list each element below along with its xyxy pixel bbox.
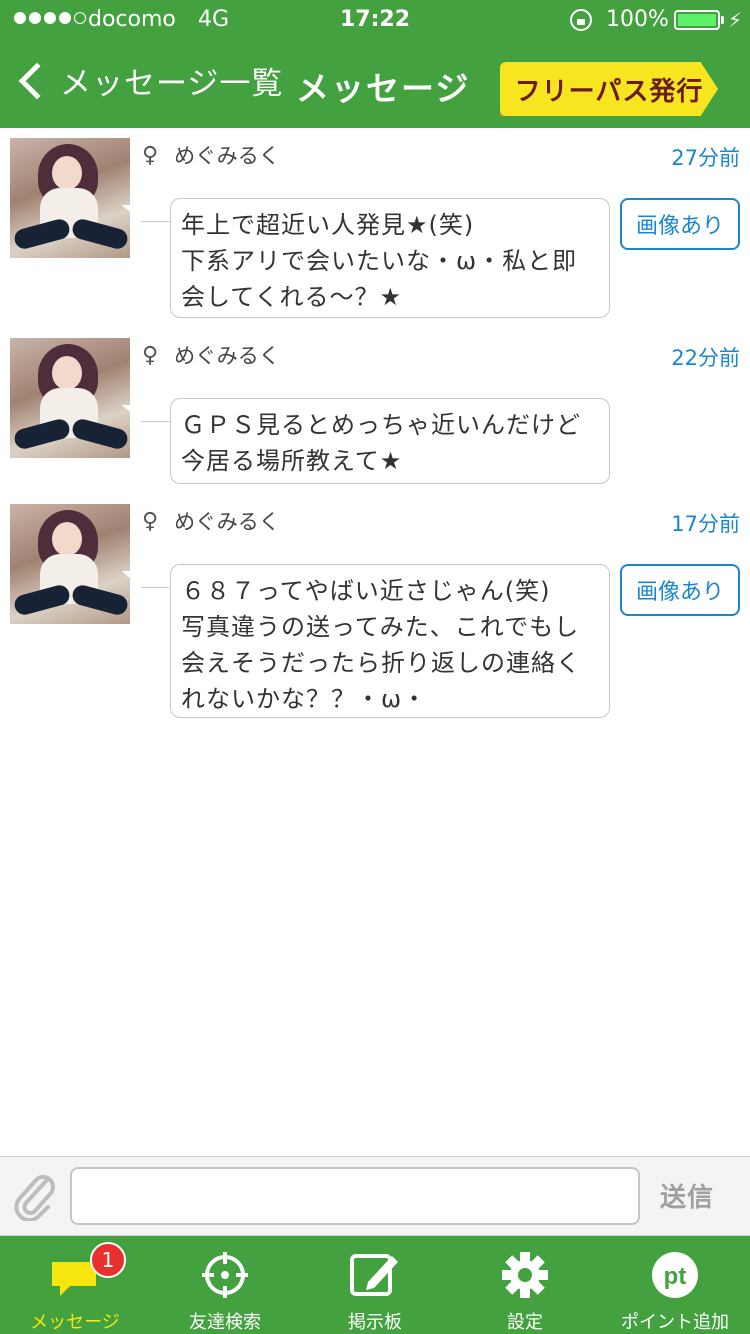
crosshair-icon — [202, 1252, 248, 1298]
message-composer: 送信 — [0, 1156, 750, 1236]
edit-icon — [350, 1254, 398, 1296]
sender-info: ♀ めぐみるく — [142, 506, 280, 536]
message-line: 下系アリで会いたいな・ω・私と即 — [181, 247, 578, 275]
tab-add-points[interactable]: pt ポイント追加 — [600, 1236, 750, 1334]
view-image-button[interactable]: 画像あり — [620, 564, 740, 616]
chevron-left-icon — [18, 62, 56, 99]
tab-messages[interactable]: 1 メッセージ — [0, 1236, 150, 1334]
sender-info: ♀ めぐみるく — [142, 140, 280, 170]
charging-icon: ⚡ — [728, 8, 743, 32]
unread-badge: 1 — [90, 1242, 126, 1278]
message-line: 会えそうだったら折り返しの連絡く — [181, 649, 581, 677]
tab-label: ポイント追加 — [621, 1312, 729, 1333]
tab-settings[interactable]: 設定 — [450, 1236, 600, 1334]
timestamp: 22分前 — [671, 346, 740, 370]
message-line: れないかな？？・ω・ — [181, 685, 428, 713]
battery-icon — [674, 10, 724, 30]
avatar[interactable] — [10, 504, 130, 624]
female-icon: ♀ — [142, 508, 159, 534]
female-icon: ♀ — [142, 342, 159, 368]
svg-text:pt: pt — [664, 1263, 687, 1290]
message-line: 年上で超近い人発見★(笑) — [181, 211, 475, 239]
sender-name: めぐみるく — [174, 144, 280, 168]
message-bubble: ＧＰＳ見るとめっちゃ近いんだけど 今居る場所教えて★ — [170, 398, 610, 484]
rotation-lock-icon — [570, 9, 592, 31]
female-icon: ♀ — [142, 142, 159, 168]
tab-label: メッセージ — [30, 1312, 120, 1333]
sender-name: めぐみるく — [174, 344, 280, 368]
freepass-button[interactable]: フリーパス発行 — [500, 62, 718, 116]
battery-percentage: 100% — [606, 7, 669, 32]
back-button-label: メッセージ一覧 — [60, 66, 284, 102]
timestamp: 27分前 — [671, 146, 740, 170]
message-line: ６８７ってやばい近さじゃん(笑) — [181, 577, 551, 605]
view-image-button[interactable]: 画像あり — [620, 198, 740, 250]
pt-icon: pt — [652, 1252, 698, 1298]
paperclip-icon[interactable] — [14, 1173, 56, 1221]
tab-bulletin-board[interactable]: 掲示板 — [300, 1236, 450, 1334]
header: docomo 4G 17:22 100% ⚡ メッセージ一覧 メッセージ フリー… — [0, 0, 750, 128]
avatar[interactable] — [10, 138, 130, 258]
message-line: 今居る場所教えて★ — [181, 447, 403, 475]
message-bubble: 年上で超近い人発見★(笑) 下系アリで会いたいな・ω・私と即 会してくれる〜？★ — [170, 198, 610, 318]
status-bar: docomo 4G 17:22 100% ⚡ — [0, 0, 750, 40]
gear-icon — [502, 1252, 548, 1298]
sender-name: めぐみるく — [174, 510, 280, 534]
sender-info: ♀ めぐみるく — [142, 340, 280, 370]
message-line: ＧＰＳ見るとめっちゃ近いんだけど — [181, 411, 581, 439]
avatar[interactable] — [10, 338, 130, 458]
page-title: メッセージ — [296, 69, 471, 108]
timestamp: 17分前 — [671, 512, 740, 536]
back-button[interactable]: メッセージ一覧 — [12, 58, 283, 103]
nav-bar: メッセージ一覧 メッセージ フリーパス発行 — [0, 40, 750, 128]
tab-label: 設定 — [507, 1312, 543, 1333]
tab-bar: 1 メッセージ 友達検索 掲示板 設定 pt ポイント追加 — [0, 1236, 750, 1334]
message-input[interactable] — [70, 1167, 640, 1225]
tab-label: 友達検索 — [189, 1312, 261, 1333]
message-line: 会してくれる〜？★ — [181, 283, 403, 311]
message-line: 写真違うの送ってみた、これでもし — [181, 613, 580, 641]
tab-label: 掲示板 — [348, 1312, 402, 1333]
message-bubble: ６８７ってやばい近さじゃん(笑) 写真違うの送ってみた、これでもし 会えそうだっ… — [170, 564, 610, 718]
tab-friend-search[interactable]: 友達検索 — [150, 1236, 300, 1334]
send-button[interactable]: 送信 — [660, 1177, 714, 1214]
